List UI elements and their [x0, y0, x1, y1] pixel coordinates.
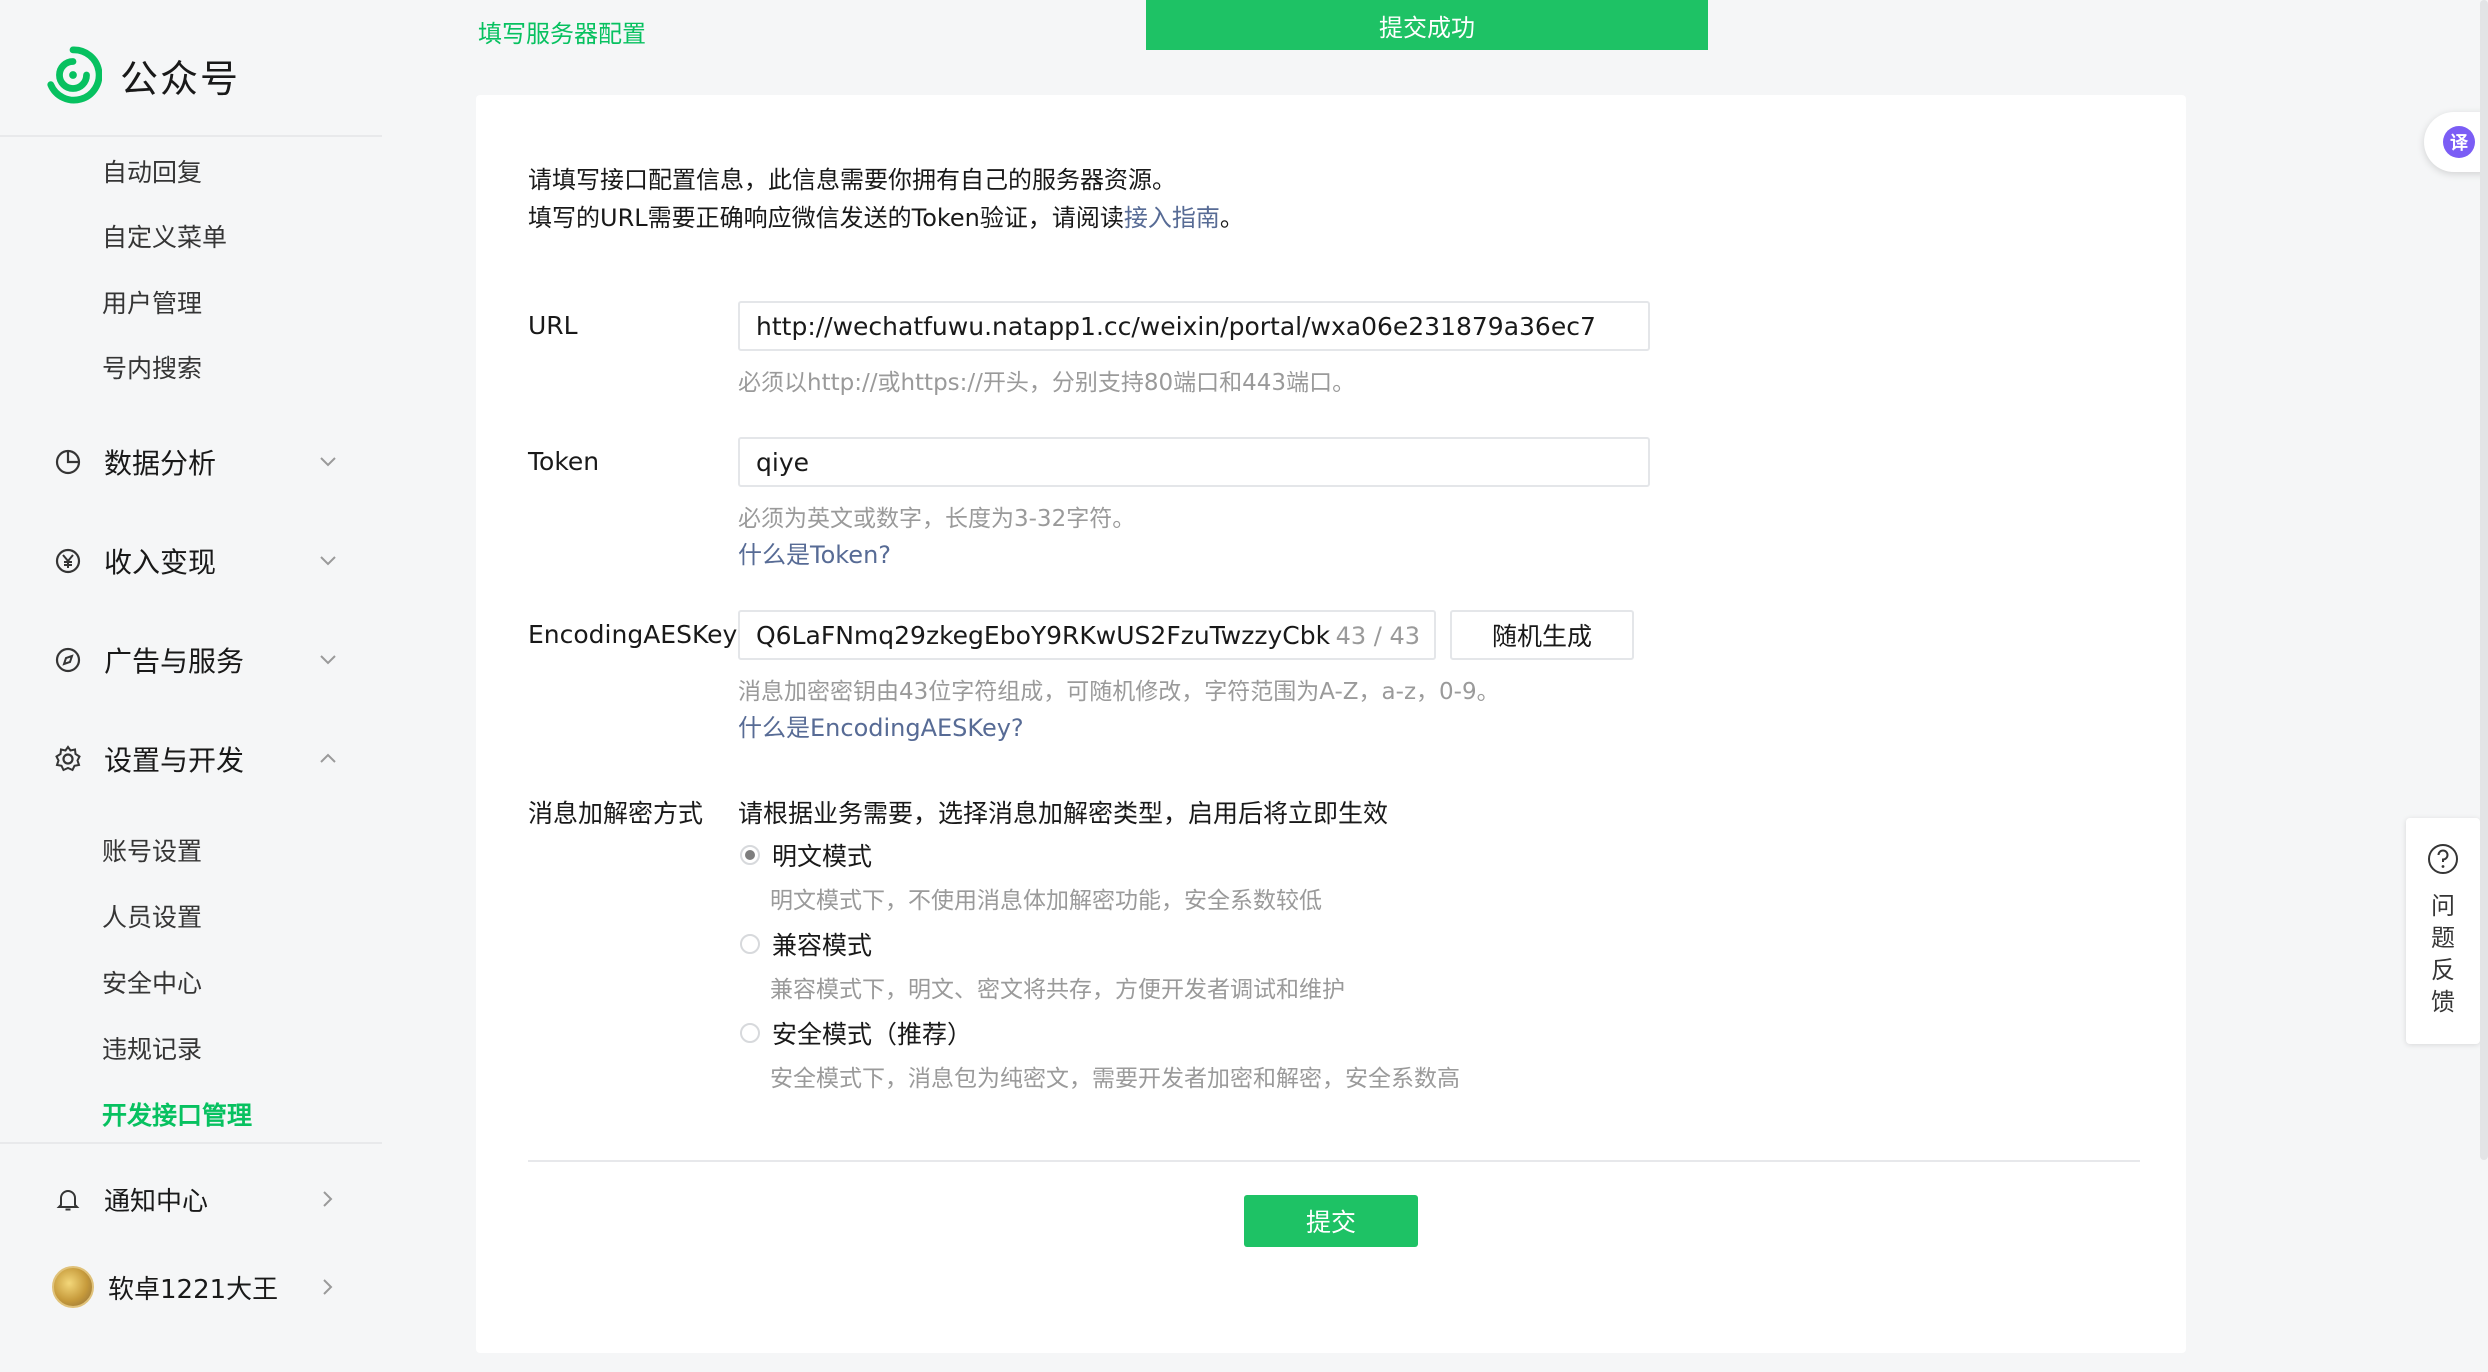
char-counter: 43 / 43	[1329, 622, 1420, 650]
what-is-aeskey-link[interactable]: 什么是EncodingAESKey?	[738, 708, 1024, 743]
sidebar-item-dev-interface[interactable]: 开发接口管理	[102, 1096, 252, 1132]
sidebar-group-label: 广告与服务	[104, 645, 245, 678]
submit-button[interactable]: 提交	[1244, 1195, 1418, 1247]
sidebar-divider	[0, 135, 382, 137]
sidebar-group-ads-services[interactable]: 广告与服务	[52, 635, 342, 685]
chevron-right-icon	[323, 1191, 333, 1207]
access-guide-link[interactable]: 接入指南	[1124, 204, 1220, 232]
sidebar-item-member-settings[interactable]: 人员设置	[102, 898, 202, 934]
url-input[interactable]: http://wechatfuwu.natapp1.cc/weixin/port…	[738, 301, 1650, 351]
sidebar-account[interactable]: 软卓1221大王	[52, 1262, 342, 1312]
sidebar-notification-center[interactable]: 通知中心	[52, 1174, 342, 1224]
sidebar-item-search[interactable]: 号内搜索	[102, 349, 202, 385]
page-scrollbar[interactable]	[2480, 0, 2488, 1160]
server-config-panel: 请填写接口配置信息，此信息需要你拥有自己的服务器资源。 填写的URL需要正确响应…	[476, 95, 2186, 1353]
chevron-down-icon	[320, 457, 336, 467]
radio-button[interactable]	[740, 934, 760, 954]
sidebar-item-user-management[interactable]: 用户管理	[102, 284, 202, 320]
radio-label: 兼容模式	[772, 931, 873, 960]
radio-label: 明文模式	[772, 842, 873, 871]
radio-label: 安全模式（推荐）	[772, 1020, 973, 1049]
sidebar-item-security-center[interactable]: 安全中心	[102, 964, 202, 1000]
sidebar: 公众号 自动回复 自定义菜单 用户管理 号内搜索 数据分析 收入变现 广告与服务…	[0, 0, 382, 1372]
app-title: 公众号	[120, 56, 241, 101]
radio-secure-mode[interactable]: 安全模式（推荐）	[740, 1015, 972, 1051]
feedback-label: 问题反馈	[2431, 892, 2455, 1016]
chevron-down-icon	[320, 556, 336, 566]
logo[interactable]: 公众号	[44, 46, 240, 104]
chevron-down-icon	[320, 655, 336, 665]
aes-label: EncodingAESKey	[528, 620, 738, 649]
sidebar-item-violation-records[interactable]: 违规记录	[102, 1030, 202, 1066]
url-hint: 必须以http://或https://开头，分别支持80端口和443端口。	[738, 370, 1356, 396]
radio-compatible-mode[interactable]: 兼容模式	[740, 926, 872, 962]
chevron-right-icon	[323, 1279, 333, 1295]
sidebar-item-account-settings[interactable]: 账号设置	[102, 832, 202, 868]
sidebar-group-settings-dev[interactable]: 设置与开发	[52, 734, 342, 784]
chevron-up-icon	[320, 753, 336, 763]
feedback-widget[interactable]: 问题反馈	[2406, 818, 2480, 1044]
sidebar-group-label: 设置与开发	[104, 744, 245, 777]
account-name: 软卓1221大王	[108, 1274, 279, 1305]
breadcrumb: 填写服务器配置	[478, 20, 646, 48]
radio-button[interactable]	[740, 1023, 760, 1043]
token-input[interactable]: qiye	[738, 437, 1650, 487]
pie-chart-icon	[52, 446, 84, 478]
radio-button-checked[interactable]	[740, 845, 760, 865]
what-is-token-link[interactable]: 什么是Token?	[738, 535, 891, 570]
intro-line-1: 请填写接口配置信息，此信息需要你拥有自己的服务器资源。	[528, 166, 1176, 194]
avatar	[52, 1266, 94, 1308]
sidebar-group-label: 通知中心	[104, 1186, 209, 1217]
yen-icon	[52, 545, 84, 577]
intro-period: 。	[1219, 204, 1244, 232]
sidebar-group-data-analysis[interactable]: 数据分析	[52, 437, 342, 487]
intro-text: 请填写接口配置信息，此信息需要你拥有自己的服务器资源。 填写的URL需要正确响应…	[528, 161, 1244, 237]
intro-line-2: 填写的URL需要正确响应微信发送的Token验证，请阅读接入指南。	[528, 199, 1244, 237]
url-label: URL	[528, 311, 578, 340]
compass-icon	[52, 644, 84, 676]
intro-line-2-text: 填写的URL需要正确响应微信发送的Token验证，请阅读	[528, 204, 1124, 232]
aes-hint: 消息加密密钥由43位字符组成，可随机修改，字符范围为A-Z，a-z，0-9。	[738, 679, 1500, 705]
question-circle-icon	[2428, 844, 2458, 874]
sidebar-group-label: 收入变现	[104, 546, 217, 579]
token-value: qiye	[756, 447, 809, 477]
sidebar-group-monetization[interactable]: 收入变现	[52, 536, 342, 586]
form-divider	[528, 1160, 2140, 1162]
compatible-mode-hint: 兼容模式下，明文、密文将共存，方便开发者调试和维护	[770, 977, 1345, 1003]
translate-widget[interactable]: 译	[2424, 112, 2488, 172]
bell-icon	[52, 1183, 84, 1215]
success-toast: 提交成功	[1146, 0, 1708, 50]
token-hint: 必须为英文或数字，长度为3-32字符。	[738, 506, 1136, 532]
plaintext-mode-hint: 明文模式下，不使用消息体加解密功能，安全系数较低	[770, 888, 1322, 914]
sidebar-group-label: 数据分析	[104, 447, 217, 480]
sidebar-item-custom-menu[interactable]: 自定义菜单	[102, 218, 227, 254]
secure-mode-hint: 安全模式下，消息包为纯密文，需要开发者加密和解密，安全系数高	[770, 1066, 1460, 1092]
wechat-official-logo-icon	[47, 46, 102, 104]
aes-key-value: Q6LaFNmq29zkegEboY9RKwUS2FzuTwzzyCbkr8WZ…	[756, 620, 1409, 650]
encryption-mode-label: 消息加解密方式	[528, 799, 704, 828]
encryption-mode-desc: 请根据业务需要，选择消息加解密类型，启用后将立即生效	[738, 799, 1389, 828]
gear-icon	[52, 743, 84, 775]
sidebar-item-auto-reply[interactable]: 自动回复	[102, 153, 202, 189]
sidebar-divider	[0, 1142, 382, 1144]
radio-plaintext-mode[interactable]: 明文模式	[740, 837, 872, 873]
token-label: Token	[528, 447, 600, 476]
random-generate-button[interactable]: 随机生成	[1450, 610, 1634, 660]
aes-key-input[interactable]: Q6LaFNmq29zkegEboY9RKwUS2FzuTwzzyCbkr8WZ…	[738, 610, 1436, 660]
url-value: http://wechatfuwu.natapp1.cc/weixin/port…	[756, 311, 1596, 341]
translate-icon: 译	[2443, 126, 2475, 158]
